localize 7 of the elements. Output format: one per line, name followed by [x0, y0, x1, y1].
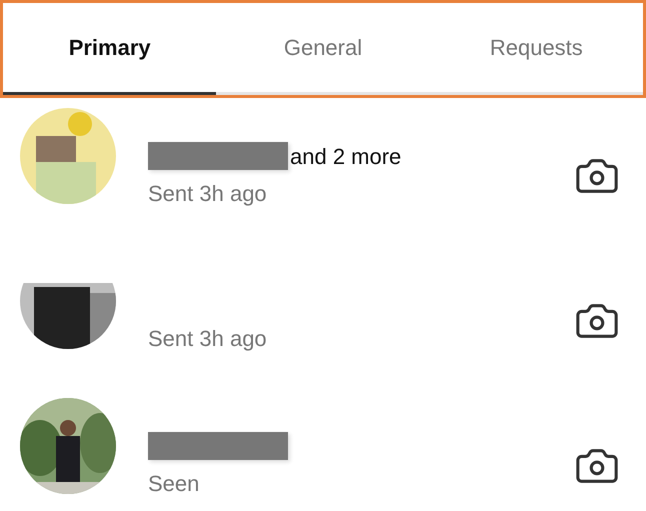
thread-name: and 2 more	[290, 142, 402, 170]
tab[interactable]: Primary	[3, 3, 216, 95]
tab[interactable]: Requests	[430, 3, 643, 95]
thread-status: Sent 3h ago	[148, 325, 268, 353]
thread-status: Sent 3h ago	[148, 180, 268, 208]
thread-status: Seen	[148, 470, 200, 498]
tab[interactable]: General	[216, 3, 430, 95]
